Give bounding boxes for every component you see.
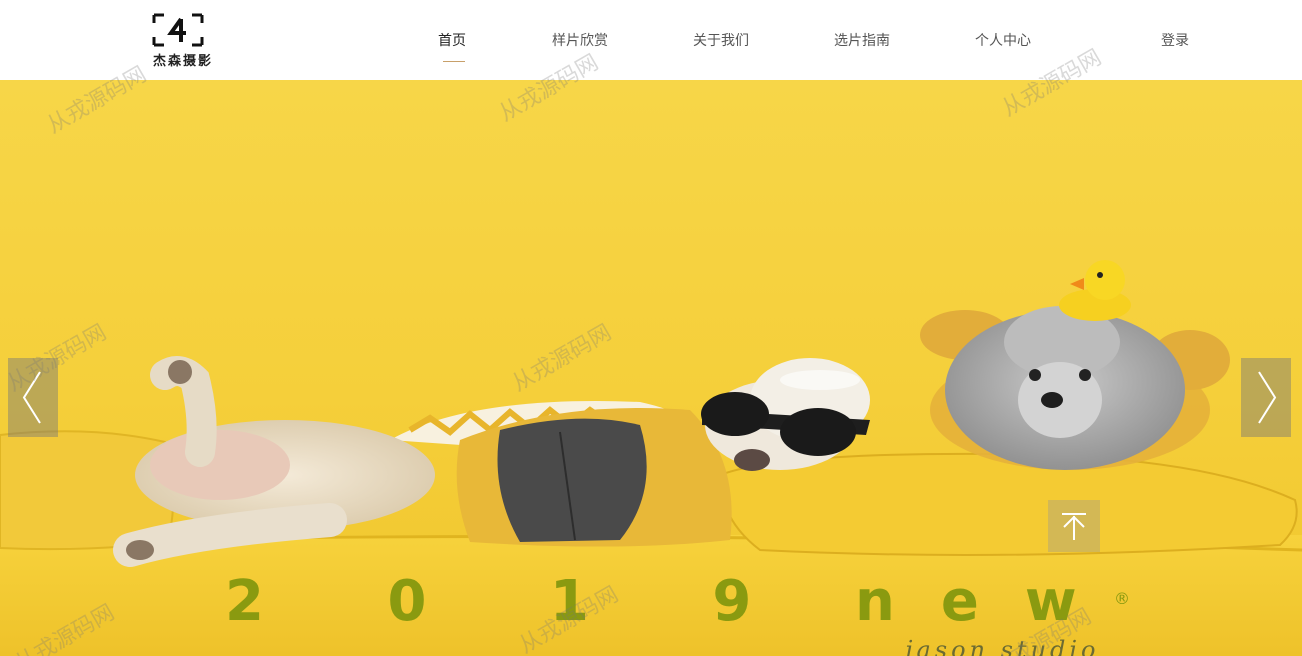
back-to-top-button[interactable] <box>1048 500 1100 552</box>
brand-name: 杰森摄影 <box>152 54 213 69</box>
hero-trademark: ® <box>1114 589 1130 608</box>
brand-logo[interactable]: 杰森摄影 <box>128 10 238 70</box>
nav-item-home[interactable]: 首页 <box>438 30 466 50</box>
nav-active-indicator <box>443 61 465 62</box>
arrow-up-to-top-icon <box>1062 513 1086 540</box>
top-header: 杰森摄影 首页 样片欣赏 关于我们 选片指南 个人中心 登录 <box>0 0 1302 80</box>
carousel-prev-button[interactable] <box>8 358 58 437</box>
hero-headline-word: new <box>855 569 1123 634</box>
hero-headline-year: 2 0 1 9 <box>225 569 803 634</box>
nav-item-login[interactable]: 登录 <box>1161 30 1189 50</box>
hero-banner[interactable]: 2 0 1 9 new ® jason studio <box>0 80 1302 656</box>
nav-item-about[interactable]: 关于我们 <box>693 30 749 50</box>
nav-item-guide[interactable]: 选片指南 <box>834 30 890 50</box>
carousel-next-button[interactable] <box>1241 358 1291 437</box>
chevron-right-icon <box>1258 371 1277 424</box>
page: 杰森摄影 首页 样片欣赏 关于我们 选片指南 个人中心 登录 2 0 1 9 n… <box>0 0 1302 656</box>
nav-item-samples[interactable]: 样片欣赏 <box>552 30 608 50</box>
hero-photo: 2 0 1 9 new ® jason studio <box>0 80 1302 656</box>
nav-item-profile[interactable]: 个人中心 <box>975 30 1031 50</box>
camera-frame-logo-icon <box>152 13 204 47</box>
hero-script-text: jason studio <box>900 636 1100 656</box>
chevron-left-icon <box>22 371 41 424</box>
